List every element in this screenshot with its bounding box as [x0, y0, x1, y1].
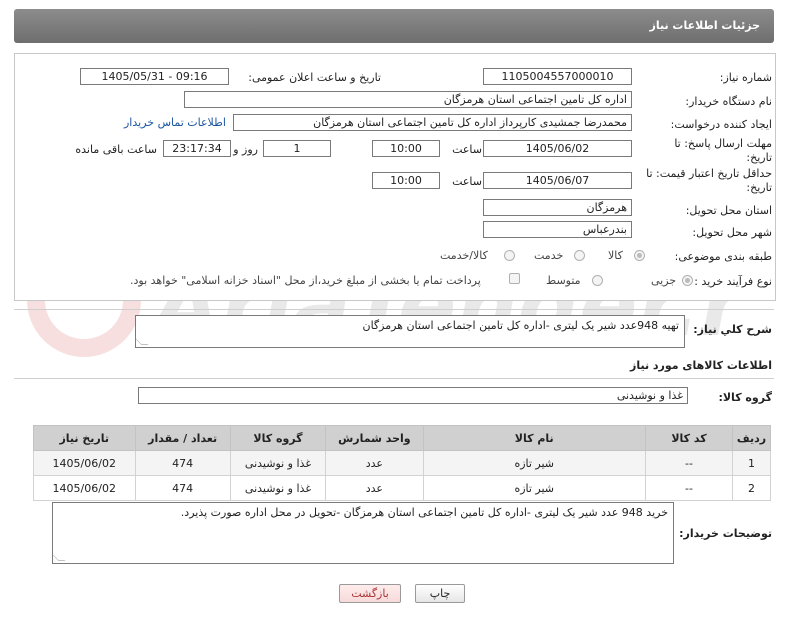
process-medium-radio[interactable] [592, 275, 603, 286]
col-date: تاریخ نیاز [33, 425, 136, 451]
process-label: نوع فرآیند خرید : [694, 275, 772, 288]
announce-label: تاریخ و ساعت اعلان عمومی: [248, 71, 381, 84]
buyer-notes-label: توضیحات خریدار: [679, 527, 772, 540]
cell-quantity: 474 [134, 475, 231, 501]
category-service-label: خدمت [534, 249, 564, 262]
summary-textarea[interactable]: تهیه 948عدد شیر یک لیتری -اداره کل تامین… [134, 315, 685, 348]
process-minor-label: جزیی [651, 274, 677, 287]
table-row[interactable]: 2 -- شیر تازه عدد غذا و نوشیدنی 474 1405… [33, 475, 771, 501]
col-group: گروه کالا [229, 425, 327, 451]
summary-label: شرح کلي نياز: [693, 323, 772, 336]
announce-datetime-field[interactable]: 1405/05/31 - 09:16 [80, 68, 229, 85]
resize-handle-icon[interactable] [134, 338, 149, 345]
treasury-payment-note: پرداخت تمام یا بخشی از مبلغ خرید،از محل … [130, 274, 481, 287]
city-field[interactable]: بندرعباس [483, 221, 632, 238]
col-name: نام کالا [422, 425, 646, 451]
table-row[interactable]: 1 -- شیر تازه عدد غذا و نوشیدنی 474 1405… [33, 450, 771, 476]
col-unit: واحد شمارش [325, 425, 424, 451]
cell-date: 1405/06/02 [33, 450, 136, 476]
deadline-time-label: ساعت [452, 143, 482, 156]
cell-group: غذا و نوشیدنی [229, 450, 327, 476]
divider [14, 309, 774, 310]
deadline-time-field[interactable]: 10:00 [372, 140, 440, 157]
buyer-org-field[interactable]: اداره کل تامین اجتماعی استان هرمزگان [184, 91, 632, 108]
table-header-row: ردیف کد کالا نام کالا واحد شمارش گروه کا… [33, 425, 771, 451]
deadline-label: مهلت ارسال پاسخ: تا تاریخ: [674, 137, 772, 164]
buyer-notes-textarea[interactable]: خرید 948 عدد شیر یک لیتری -اداره کل تامی… [51, 502, 674, 564]
need-number-field[interactable]: 1105004557000010 [483, 68, 632, 85]
resize-handle-icon[interactable] [51, 554, 66, 561]
remaining-time-field[interactable]: 23:17:34 [163, 140, 231, 157]
page-header: جزئیات اطلاعات نیاز [14, 9, 774, 43]
cell-row: 2 [732, 475, 771, 501]
province-label: استان محل تحویل: [685, 204, 772, 217]
days-label: روز و [233, 143, 258, 156]
col-quantity: تعداد / مقدار [134, 425, 231, 451]
cell-name: شیر تازه [422, 475, 646, 501]
print-button[interactable]: چاپ [415, 584, 465, 603]
cell-date: 1405/06/02 [33, 475, 136, 501]
cell-quantity: 474 [134, 450, 231, 476]
page-title: جزئیات اطلاعات نیاز [649, 19, 761, 32]
goods-table: ردیف کد کالا نام کالا واحد شمارش گروه کا… [33, 425, 771, 501]
goods-group-field[interactable]: غذا و نوشیدنی [138, 387, 688, 404]
price-valid-label: حداقل تاریخ اعتبار قیمت: تا تاریخ: [646, 167, 772, 194]
remaining-label: ساعت باقی مانده [75, 143, 157, 156]
back-button[interactable]: بازگشت [339, 584, 401, 603]
col-row: ردیف [732, 425, 771, 451]
deadline-date-field[interactable]: 1405/06/02 [483, 140, 632, 157]
creator-field[interactable]: محمدرضا جمشیدی کارپرداز اداره کل تامین ا… [233, 114, 632, 131]
category-both-label: کالا/خدمت [440, 249, 488, 262]
process-medium-label: متوسط [546, 274, 581, 287]
treasury-payment-checkbox[interactable] [509, 273, 520, 284]
goods-section-title: اطلاعات کالاهای مورد نیاز [630, 359, 772, 372]
cell-name: شیر تازه [422, 450, 646, 476]
goods-group-label: گروه کالا: [718, 391, 772, 404]
col-code: کد کالا [644, 425, 734, 451]
category-goods-label: کالا [608, 249, 623, 262]
province-field[interactable]: هرمزگان [483, 199, 632, 216]
summary-text: تهیه 948عدد شیر یک لیتری -اداره کل تامین… [362, 319, 679, 332]
category-service-radio[interactable] [574, 250, 585, 261]
buyer-org-label: نام دستگاه خریدار: [685, 95, 772, 108]
cell-code: -- [644, 450, 734, 476]
process-minor-radio[interactable] [682, 275, 693, 286]
category-label: طبقه بندی موضوعی: [674, 250, 772, 263]
buyer-notes-text: خرید 948 عدد شیر یک لیتری -اداره کل تامی… [180, 506, 668, 519]
creator-label: ایجاد کننده درخواست: [670, 118, 772, 131]
price-valid-date-field[interactable]: 1405/06/07 [483, 172, 632, 189]
price-valid-time-label: ساعت [452, 175, 482, 188]
cell-row: 1 [732, 450, 771, 476]
price-valid-time-field[interactable]: 10:00 [372, 172, 440, 189]
city-label: شهر محل تحویل: [692, 226, 772, 239]
cell-unit: عدد [325, 450, 424, 476]
cell-group: غذا و نوشیدنی [229, 475, 327, 501]
cell-unit: عدد [325, 475, 424, 501]
cell-code: -- [644, 475, 734, 501]
need-number-label: شماره نیاز: [719, 71, 772, 84]
category-goods-radio[interactable] [634, 250, 645, 261]
category-both-radio[interactable] [504, 250, 515, 261]
divider [14, 378, 774, 379]
buyer-contact-link[interactable]: اطلاعات تماس خریدار [124, 116, 226, 129]
remaining-days-field[interactable]: 1 [263, 140, 331, 157]
